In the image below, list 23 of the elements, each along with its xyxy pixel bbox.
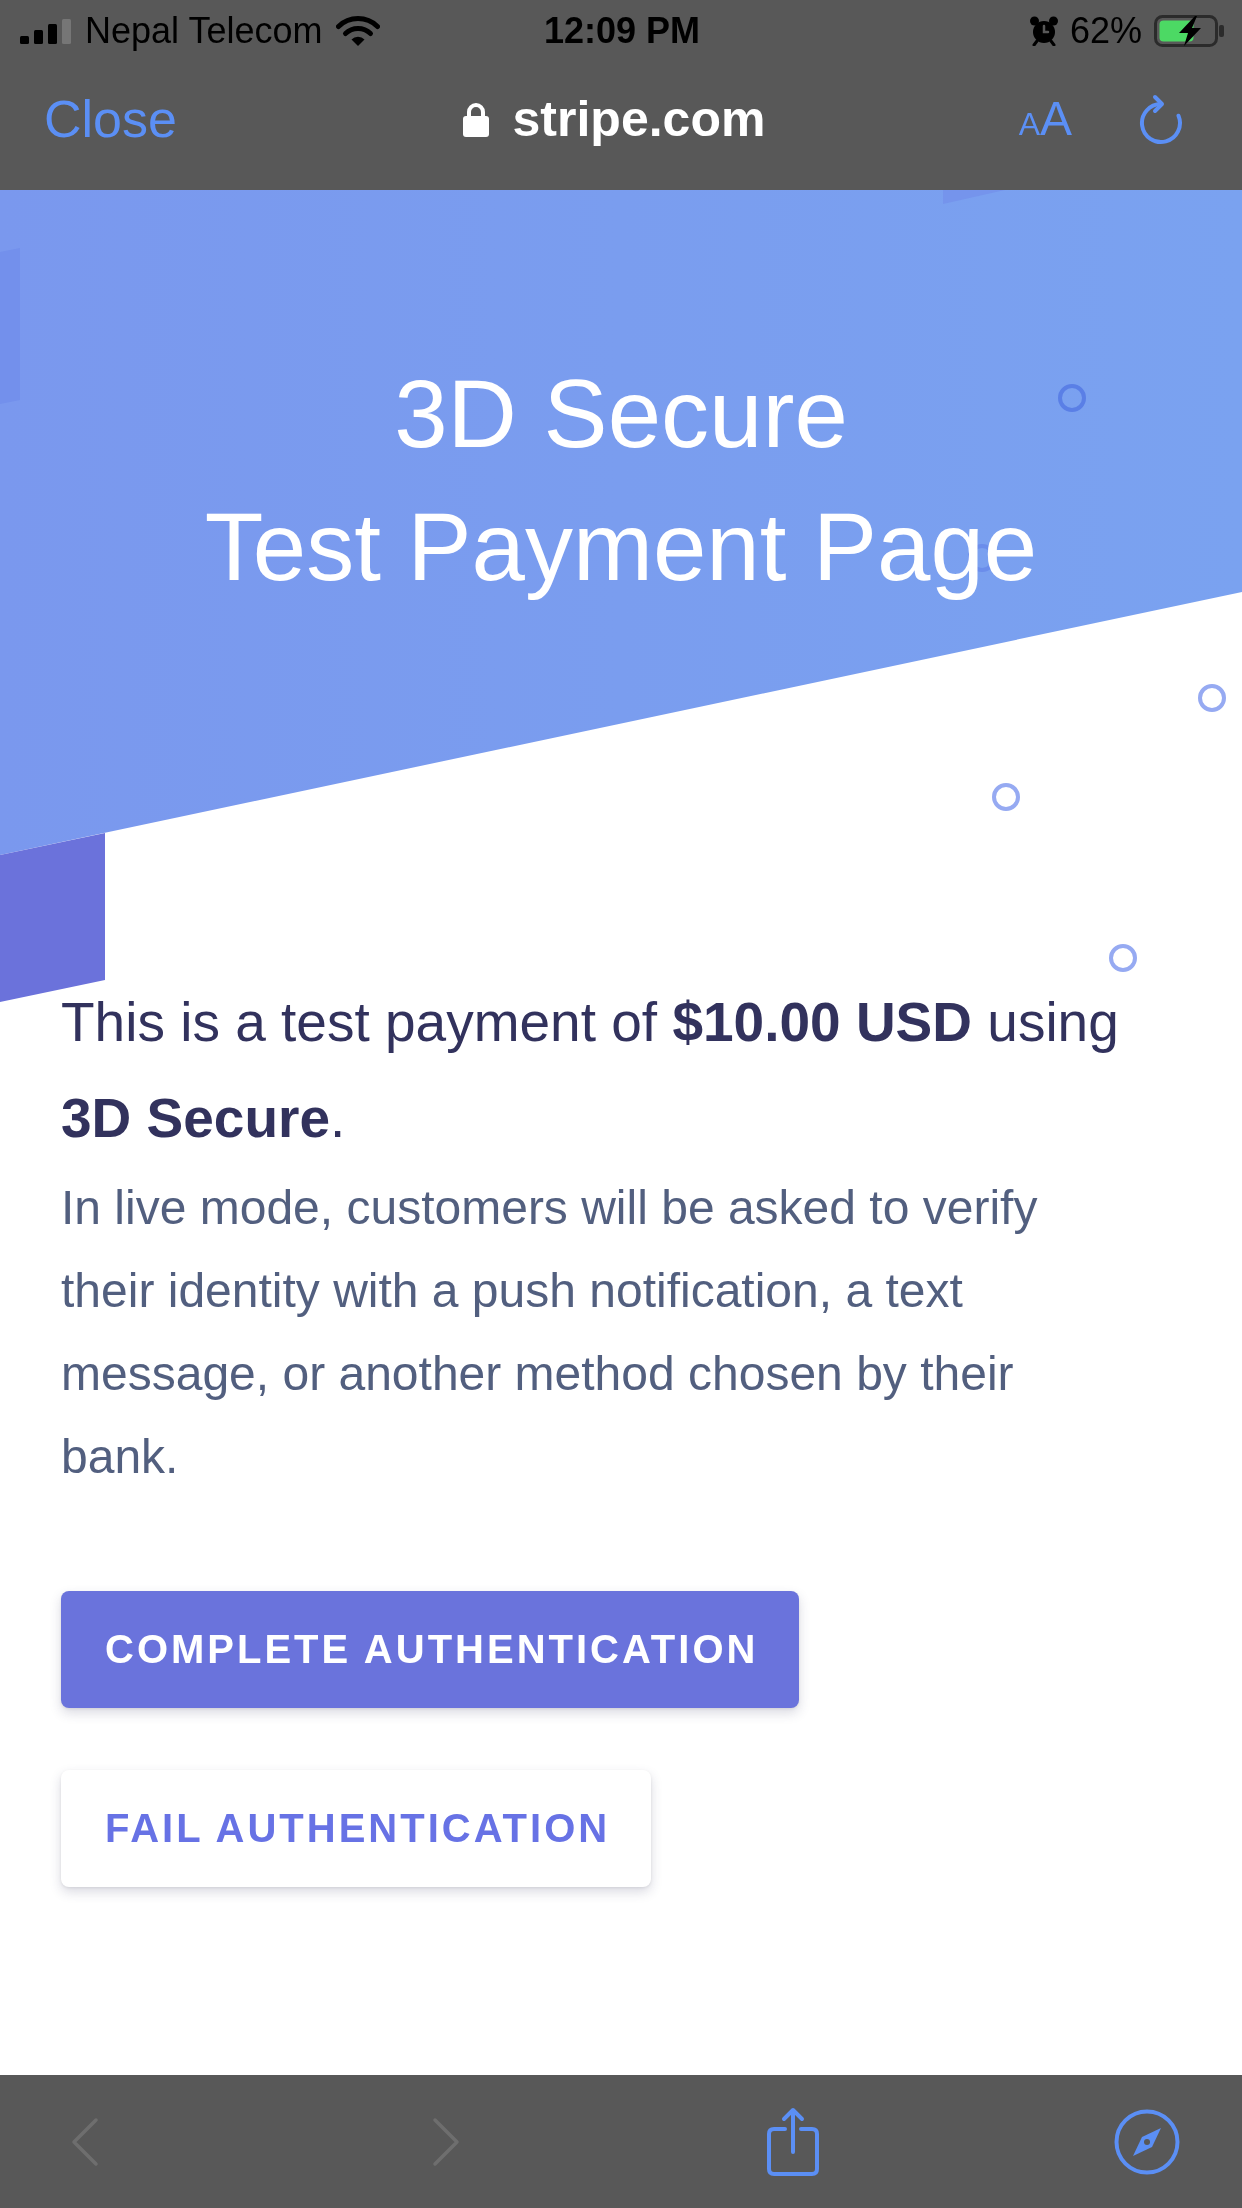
lock-icon <box>462 101 489 137</box>
address-url[interactable]: stripe.com <box>512 90 766 148</box>
page-title: 3D Secure Test Payment Page <box>204 359 1038 602</box>
ring-icon <box>1198 684 1226 712</box>
primary-button[interactable]: COMPLETE AUTHENTICATION <box>61 1591 800 1708</box>
alarm-clock-icon <box>1029 16 1058 46</box>
share-icon[interactable] <box>765 2106 821 2177</box>
close-button[interactable]: Close <box>44 89 177 149</box>
description-text: In live mode, customers will be asked to verify their identity with a push notification, a text message, or another method chosen by their bank. <box>61 1180 1039 1485</box>
compass-icon[interactable] <box>1114 2108 1180 2175</box>
ring-icon <box>1109 944 1137 972</box>
ring-icon <box>1058 384 1086 412</box>
signal-icon <box>20 18 71 44</box>
wifi-icon <box>336 15 381 47</box>
battery-charging-icon <box>1154 15 1224 47</box>
refresh-icon[interactable] <box>1138 92 1184 146</box>
status-time: 12:09 PM <box>543 10 701 52</box>
secondary-button[interactable]: FAIL AUTHENTICATION <box>61 1770 652 1887</box>
ring-icon <box>992 783 1020 811</box>
text-size-button[interactable]: AA <box>1018 95 1072 143</box>
payment-summary: This is a test payment of $10.00 USD using 3D Secure. <box>61 990 1120 1151</box>
carrier-name: Nepal Telecom <box>85 10 323 52</box>
battery-percent: 62% <box>1069 10 1142 52</box>
